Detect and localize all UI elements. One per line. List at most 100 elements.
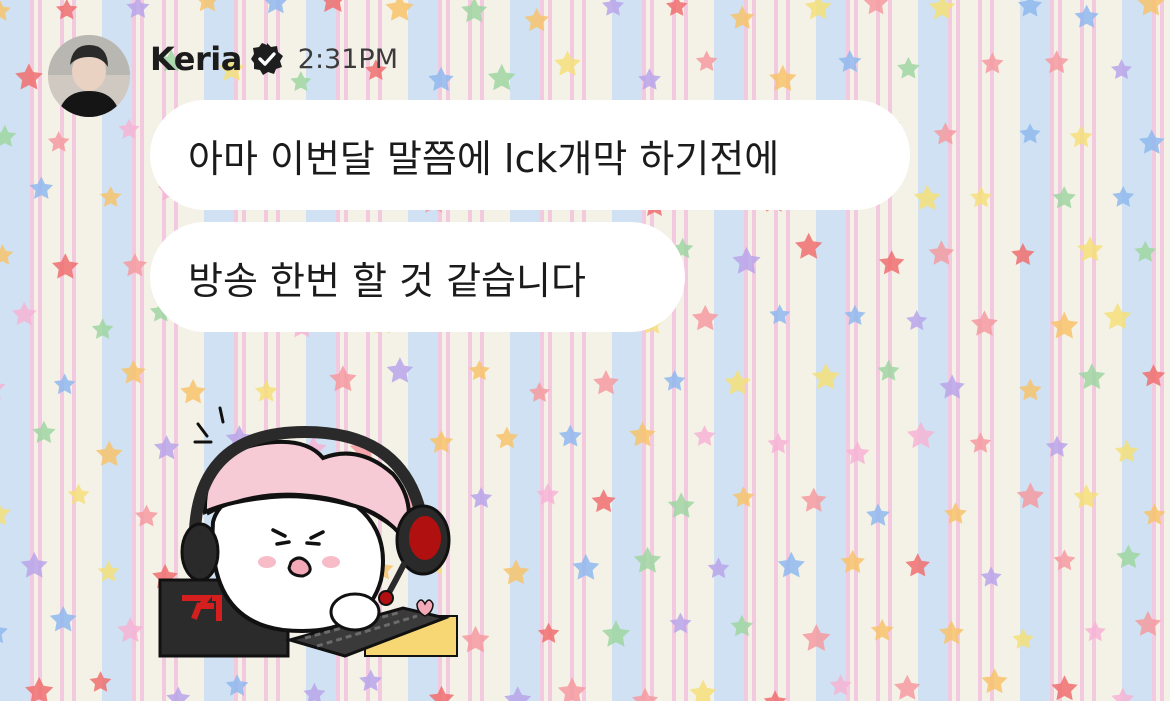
- star-icon: [812, 363, 840, 390]
- star-icon: [359, 669, 383, 692]
- star-icon: [629, 421, 656, 447]
- star-icon: [0, 504, 11, 526]
- star-icon: [897, 56, 920, 79]
- star-icon: [0, 244, 14, 265]
- star-icon: [1116, 544, 1141, 568]
- star-icon: [504, 686, 532, 701]
- star-icon: [117, 617, 144, 642]
- star-icon: [557, 677, 587, 701]
- star-icon: [591, 489, 616, 513]
- star-icon: [536, 483, 559, 505]
- emphasis-marks-icon: [193, 406, 225, 444]
- star-icon: [663, 370, 686, 391]
- star-icon: [939, 620, 964, 644]
- star-icon: [944, 502, 967, 524]
- star-icon: [495, 426, 519, 449]
- star-icon: [970, 186, 992, 208]
- star-icon: [1053, 549, 1076, 571]
- star-icon: [428, 685, 455, 701]
- star-icon: [1052, 186, 1076, 209]
- star-icon: [97, 560, 120, 582]
- star-icon: [303, 682, 326, 701]
- avatar[interactable]: [48, 35, 130, 117]
- star-icon: [52, 253, 79, 279]
- star-icon: [1111, 687, 1135, 701]
- star-icon: [838, 50, 862, 72]
- star-icon: [95, 440, 123, 466]
- star-icon: [1019, 123, 1041, 144]
- star-icon: [633, 546, 662, 573]
- star-icon: [29, 176, 53, 199]
- star-icon: [724, 369, 751, 395]
- star-icon: [1139, 129, 1165, 154]
- star-icon: [558, 424, 582, 447]
- star-icon: [461, 625, 490, 653]
- star-icon: [67, 483, 90, 505]
- star-icon: [845, 441, 870, 465]
- star-icon: [730, 614, 754, 637]
- message-text: 방송 한번 할 것 같습니다: [188, 258, 586, 303]
- star-icon: [1019, 378, 1042, 401]
- star-icon: [1016, 482, 1044, 509]
- star-icon: [866, 503, 890, 526]
- star-icon: [763, 690, 787, 701]
- star-icon: [53, 373, 76, 395]
- star-icon: [863, 0, 889, 15]
- star-icon: [1050, 311, 1079, 339]
- star-icon: [777, 551, 805, 578]
- star-icon: [632, 687, 659, 701]
- star-icon: [56, 0, 78, 20]
- star-icon: [693, 425, 716, 446]
- star-icon: [0, 0, 11, 21]
- star-icon: [669, 612, 692, 634]
- star-icon: [180, 379, 206, 404]
- message-text: 아마 이번달 말쯤에 lck개막 하기전에: [188, 136, 780, 181]
- star-icon: [20, 551, 48, 578]
- star-icon: [730, 5, 755, 29]
- star-icon: [198, 0, 217, 12]
- star-icon: [666, 0, 688, 16]
- message-bubble[interactable]: 방송 한번 할 것 같습니다: [150, 222, 685, 332]
- star-icon: [1074, 4, 1099, 28]
- sender-name[interactable]: Keria: [150, 40, 242, 78]
- star-icon: [428, 66, 454, 91]
- star-icon: [840, 549, 865, 573]
- star-icon: [554, 50, 581, 76]
- star-icon: [933, 122, 958, 145]
- star-icon: [11, 301, 37, 326]
- star-icon: [572, 553, 600, 580]
- star-icon: [1078, 363, 1106, 389]
- star-icon: [707, 557, 730, 578]
- star-icon: [829, 674, 852, 696]
- star-icon: [529, 381, 550, 402]
- star-icon: [329, 365, 357, 392]
- star-icon: [928, 240, 955, 265]
- star-icon: [795, 232, 823, 259]
- star-icon: [732, 246, 761, 274]
- star-icon: [166, 686, 191, 701]
- star-icon: [981, 668, 1008, 694]
- star-icon: [49, 606, 77, 632]
- star-icon: [1084, 621, 1106, 642]
- star-icon: [593, 370, 619, 395]
- star-icon: [1077, 236, 1104, 262]
- star-icon: [905, 553, 930, 577]
- star-icon: [120, 359, 146, 384]
- star-icon: [971, 310, 998, 336]
- message-bubble[interactable]: 아마 이번달 말쯤에 lck개막 하기전에: [150, 100, 910, 210]
- star-icon: [769, 304, 791, 325]
- star-icon: [1045, 435, 1069, 457]
- star-icon: [32, 420, 56, 443]
- sticker-image[interactable]: [155, 402, 460, 660]
- headset-icon: [180, 522, 220, 582]
- star-icon: [487, 63, 516, 91]
- star-icon: [980, 566, 1002, 587]
- star-icon: [1044, 50, 1069, 74]
- star-icon: [0, 627, 8, 644]
- star-icon: [913, 184, 941, 211]
- message-timestamp: 2:31PM: [297, 43, 398, 75]
- star-icon: [1134, 240, 1157, 262]
- star-icon: [939, 374, 965, 399]
- star-icon: [386, 357, 414, 383]
- star-icon: [695, 50, 718, 71]
